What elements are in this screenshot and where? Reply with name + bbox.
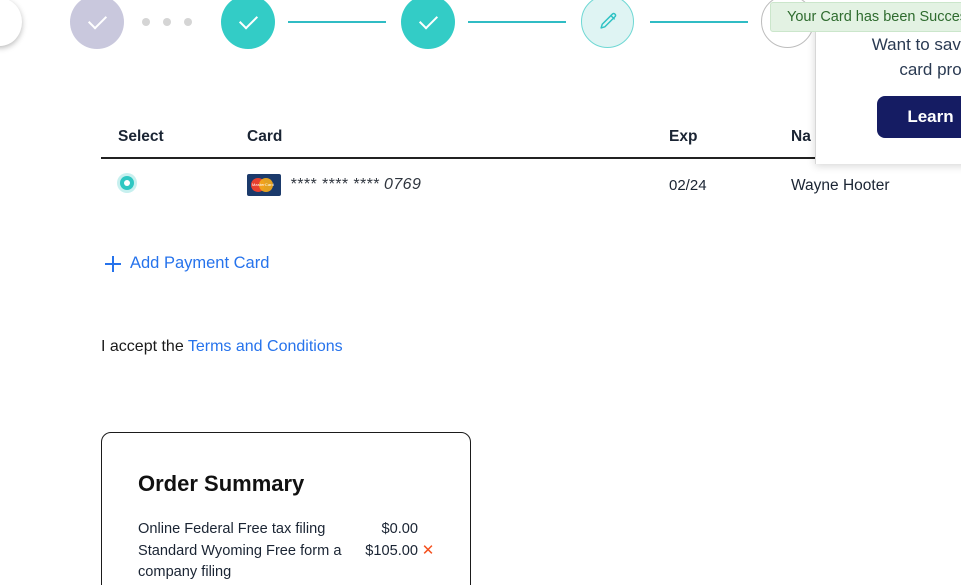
learn-more-button[interactable]: Learn	[877, 96, 961, 138]
item-description: Standard Wyoming Free form a company fil…	[138, 543, 342, 580]
step-1-complete[interactable]	[70, 0, 124, 49]
order-summary-title: Order Summary	[138, 471, 305, 496]
toast-message: Your Card has been Successf	[787, 9, 961, 25]
column-header-name: Na	[791, 128, 811, 145]
pencil-icon	[599, 12, 616, 29]
card-select-radio[interactable]	[117, 173, 137, 193]
card-holder-name: Wayne Hooter	[791, 177, 890, 194]
terms-acceptance: I accept the Terms and Conditions	[101, 338, 343, 356]
column-header-exp: Exp	[669, 128, 698, 145]
close-icon[interactable]: ✕	[418, 541, 438, 561]
card-number-masked: **** **** **** 0769	[290, 176, 422, 193]
card-expiry: 02/24	[669, 177, 707, 194]
promo-line-1: Want to save m	[871, 35, 961, 54]
item-amount: $0.00	[381, 521, 418, 537]
radio-dot	[124, 180, 130, 186]
column-header-card: Card	[247, 128, 283, 145]
dot-icon	[163, 18, 171, 26]
payment-cards-table: Select Card Exp Na MasterCard **** **** …	[101, 120, 931, 215]
dot-icon	[142, 18, 150, 26]
mastercard-wordmark: MasterCard	[252, 182, 274, 187]
connector-4-5	[650, 21, 748, 23]
step-2-complete[interactable]	[221, 0, 275, 49]
terms-prefix: I accept the	[101, 338, 188, 355]
check-icon	[238, 10, 258, 30]
order-summary-card: Order Summary Online Federal Free tax fi…	[101, 432, 471, 585]
step-4-current[interactable]	[581, 0, 634, 48]
add-payment-card-button[interactable]: Add Payment Card	[105, 254, 269, 273]
item-amount: $105.00	[365, 543, 418, 559]
table-header-row: Select Card Exp Na	[101, 120, 931, 159]
plus-icon	[105, 255, 121, 272]
radio-ring	[120, 176, 134, 190]
item-description: Online Federal Free tax filing	[138, 521, 326, 537]
success-toast: Your Card has been Successf	[770, 2, 961, 32]
table-row[interactable]: MasterCard **** **** **** 0769 02/24 Way…	[101, 159, 931, 215]
mastercard-icon: MasterCard	[247, 174, 281, 196]
step-3-complete[interactable]	[401, 0, 455, 49]
check-icon	[418, 10, 438, 30]
column-header-select: Select	[118, 128, 164, 145]
connector-2-3	[288, 21, 386, 23]
terms-and-conditions-link[interactable]: Terms and Conditions	[188, 338, 343, 355]
add-payment-card-label: Add Payment Card	[130, 254, 270, 272]
dot-icon	[184, 18, 192, 26]
promo-popup-panel: Want to save m card pro Learn	[815, 12, 961, 164]
order-summary-item: Standard Wyoming Free form a company fil…	[138, 541, 436, 583]
step-0-partial-circle[interactable]	[0, 0, 22, 46]
page-root: Your Card has been Successf Want to save…	[0, 0, 961, 585]
promo-line-2: card pro	[899, 60, 961, 79]
step-dots-group	[142, 18, 192, 26]
order-summary-item: Online Federal Free tax filing $0.00	[138, 519, 436, 540]
connector-3-4	[468, 21, 566, 23]
check-icon	[87, 10, 107, 30]
